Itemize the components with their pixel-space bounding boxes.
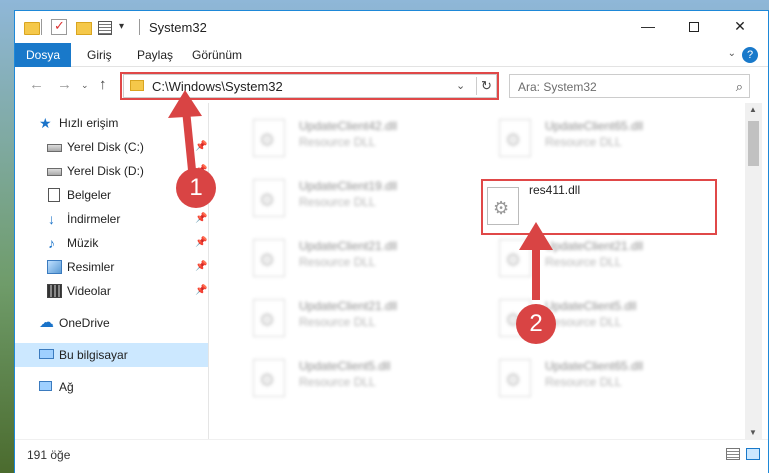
annotation-arrows <box>168 90 553 300</box>
arrow-1 <box>168 90 202 171</box>
annotation-badge-1: 1 <box>176 168 216 208</box>
annotation-badge-2: 2 <box>516 304 556 344</box>
arrow-2 <box>519 222 553 300</box>
